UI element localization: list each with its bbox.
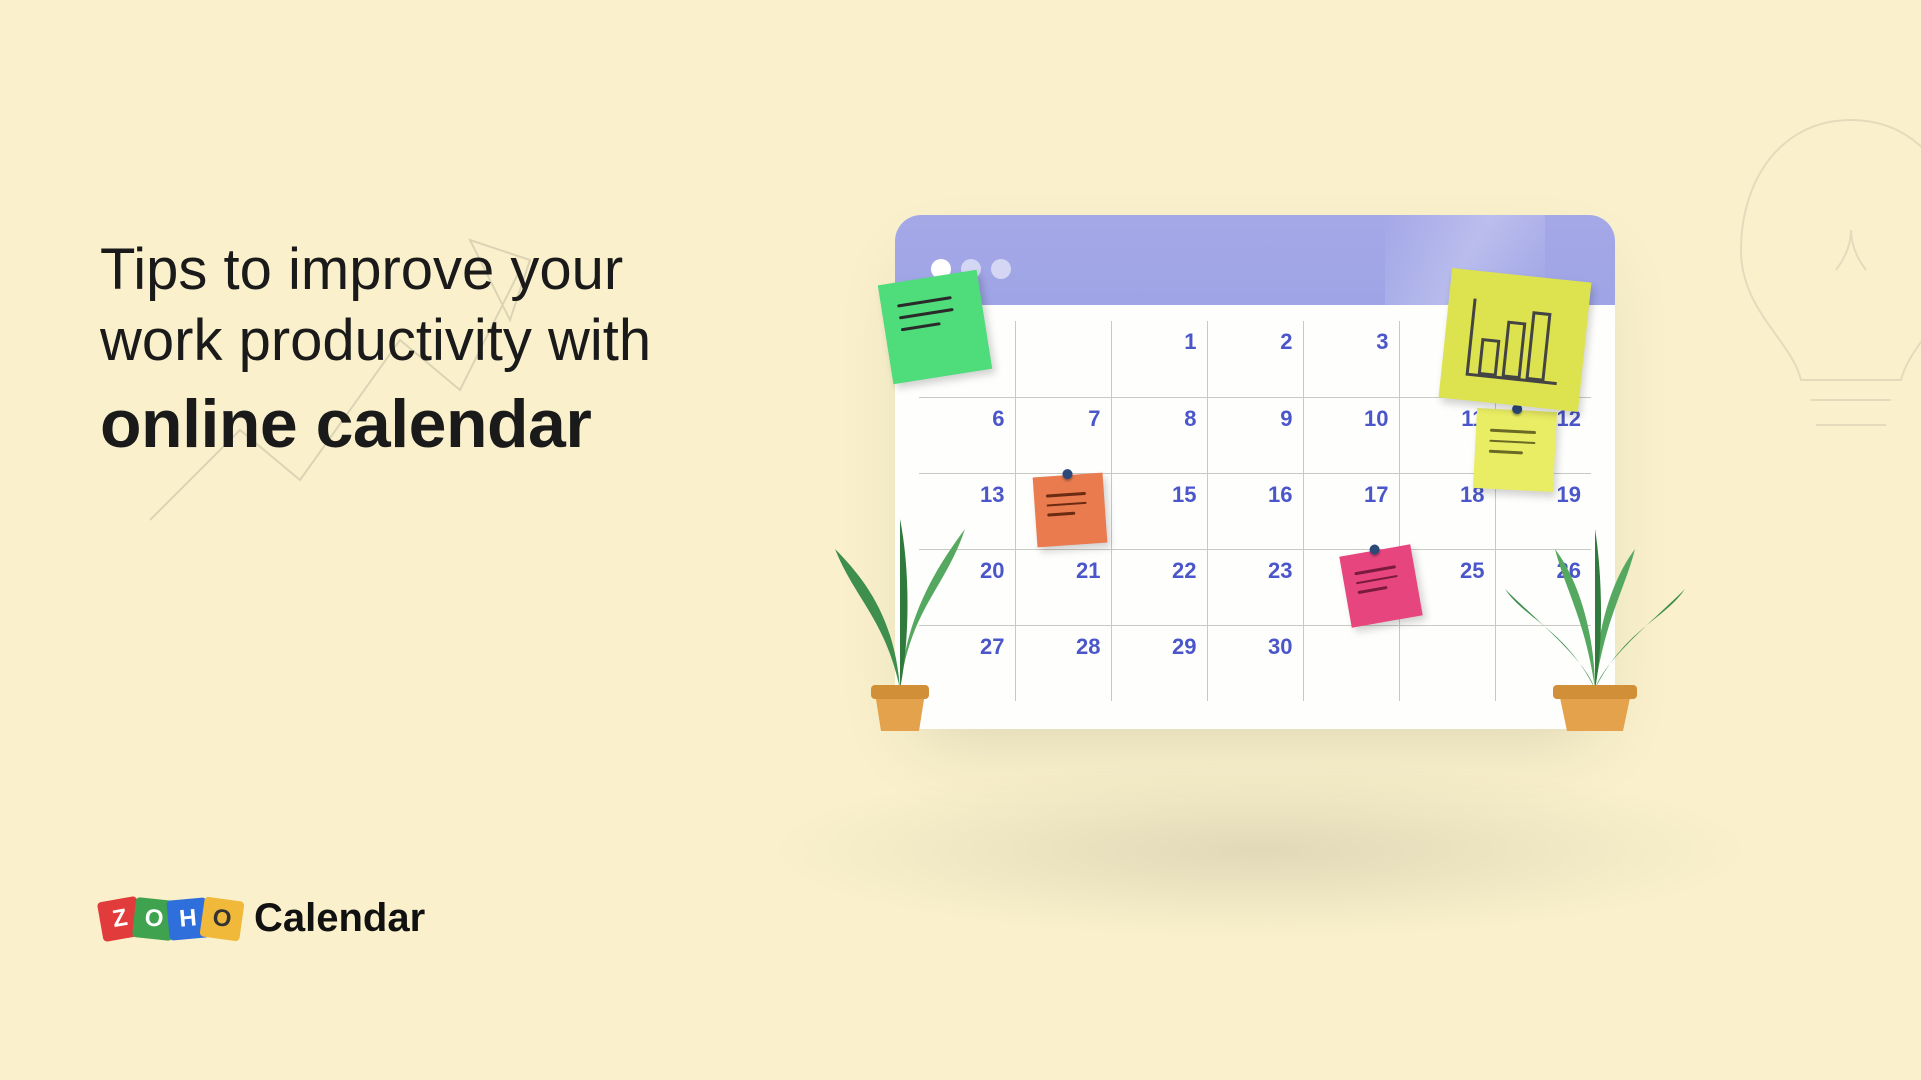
day-cell: 3 [1303, 321, 1399, 397]
sticky-note-icon [878, 270, 992, 384]
sticky-note-icon [1339, 544, 1422, 627]
day-cell: 15 [1111, 473, 1207, 549]
logo-letter: O [199, 896, 244, 941]
headline-emphasis: online calendar [100, 386, 591, 462]
day-cell: 7 [1015, 397, 1111, 473]
day-cell: 6 [919, 397, 1015, 473]
product-name: Calendar [254, 896, 425, 941]
day-cell: 30 [1207, 625, 1303, 701]
day-cell [1399, 625, 1495, 701]
day-cell: 17 [1303, 473, 1399, 549]
day-cell: 29 [1111, 625, 1207, 701]
window-dot-icon [991, 259, 1011, 279]
bar-chart-note-icon [1439, 268, 1592, 412]
day-cell: 1 [1111, 321, 1207, 397]
day-cell [1303, 625, 1399, 701]
plant-icon [1495, 509, 1695, 739]
day-cell: 23 [1207, 549, 1303, 625]
day-cell: 28 [1015, 625, 1111, 701]
bar-chart-icon [1458, 288, 1571, 392]
day-cell: 21 [1015, 549, 1111, 625]
day-cell [1015, 321, 1111, 397]
day-cell: 8 [1111, 397, 1207, 473]
day-cell: 9 [1207, 397, 1303, 473]
day-cell: 22 [1111, 549, 1207, 625]
day-cell: 16 [1207, 473, 1303, 549]
lightbulb-icon [1701, 80, 1921, 480]
page-title: Tips to improve your work productivity w… [100, 235, 660, 463]
shadow-decor [760, 760, 1760, 940]
headline-line-1: Tips to improve your [100, 237, 623, 302]
calendar-window: 1 2 3 4 5 6 7 8 9 10 11 12 13 14 [895, 215, 1615, 729]
plant-icon [815, 479, 985, 739]
day-cell: 10 [1303, 397, 1399, 473]
headline-line-2: work productivity with [100, 308, 651, 373]
sticky-note-icon [1473, 408, 1557, 492]
day-cell: 2 [1207, 321, 1303, 397]
brand-logo: Z O H O Calendar [100, 896, 425, 941]
zoho-logo-icon: Z O H O [100, 899, 236, 939]
calendar-illustration: 1 2 3 4 5 6 7 8 9 10 11 12 13 14 [895, 215, 1615, 729]
sticky-note-icon [1033, 473, 1108, 548]
